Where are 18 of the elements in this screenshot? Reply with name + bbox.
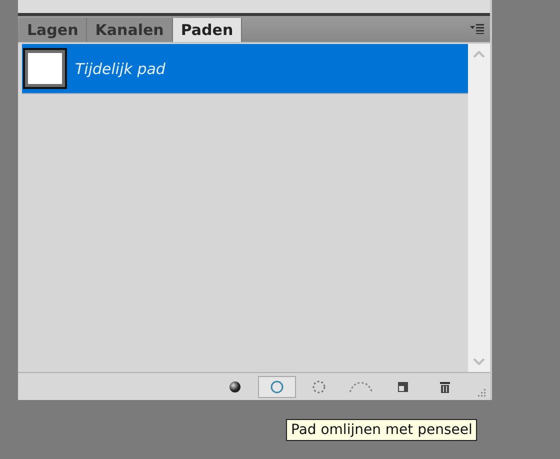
new-path-icon bbox=[397, 380, 409, 392]
stroke-path-icon bbox=[270, 380, 284, 394]
path-thumbnail bbox=[25, 50, 65, 87]
panel-menu-icon[interactable] bbox=[470, 24, 484, 34]
dotted-path-icon bbox=[348, 380, 374, 394]
fill-path-icon bbox=[229, 380, 241, 392]
path-row[interactable]: Tijdelijk pad bbox=[22, 44, 468, 94]
path-name: Tijdelijk pad bbox=[75, 60, 166, 78]
scroll-down-icon[interactable] bbox=[473, 358, 485, 366]
tooltip: Pad omlijnen met penseel bbox=[286, 419, 478, 441]
panel-tab[interactable]: Lagen bbox=[19, 18, 88, 42]
scroll-up-icon[interactable] bbox=[473, 50, 485, 58]
panel-tab[interactable]: Paden bbox=[172, 18, 242, 42]
dotted-circle-icon bbox=[312, 380, 326, 394]
trash-icon bbox=[439, 380, 451, 394]
scrollbar[interactable] bbox=[468, 44, 490, 372]
panel-tab[interactable]: Kanalen bbox=[87, 18, 173, 42]
resize-grip-icon[interactable] bbox=[476, 387, 486, 397]
